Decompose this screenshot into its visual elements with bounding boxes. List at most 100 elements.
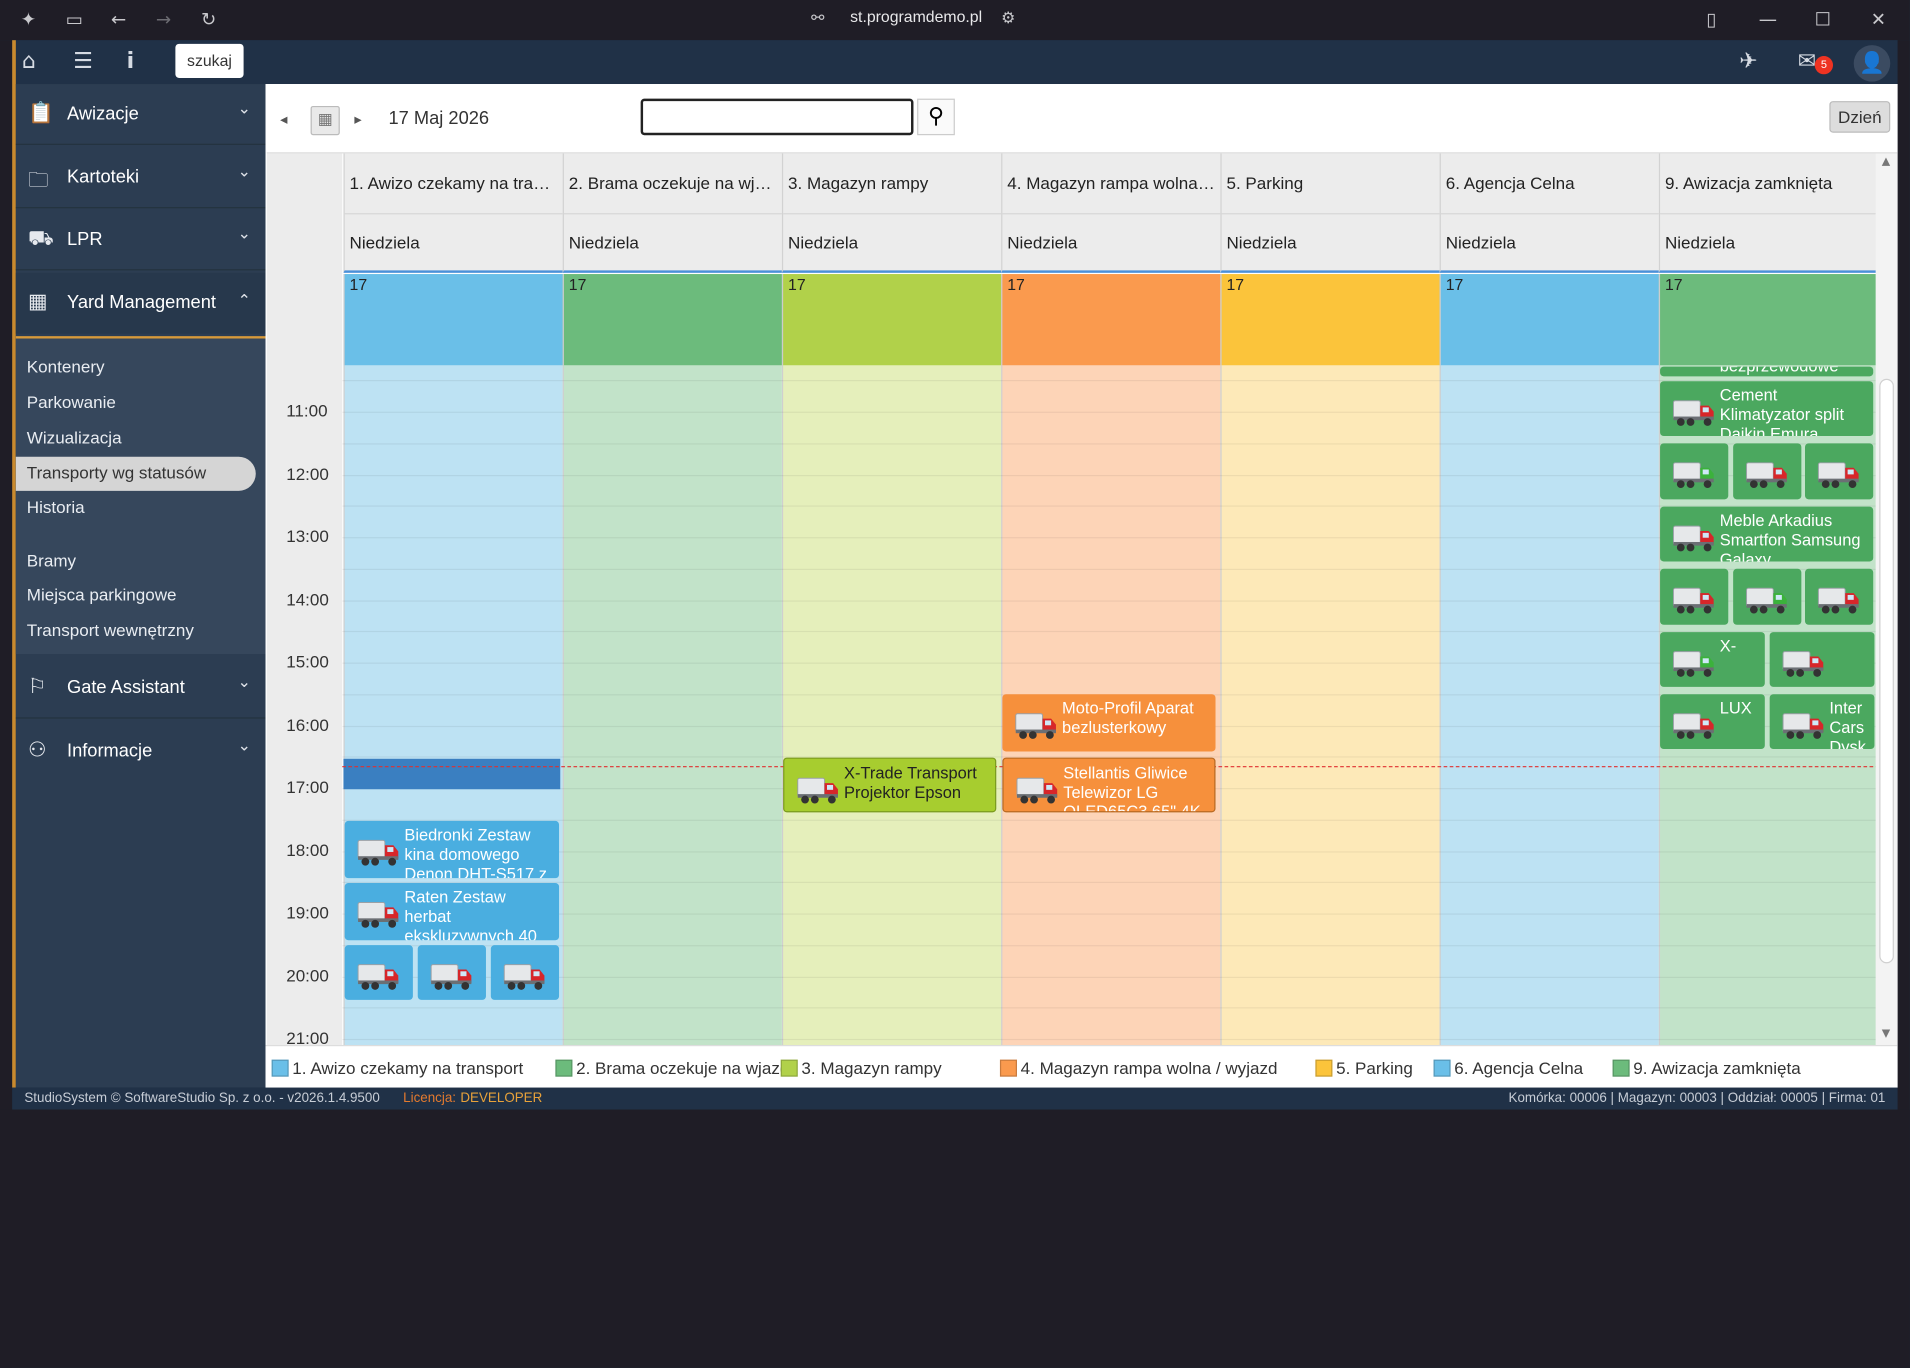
event-card[interactable] [1733,568,1802,625]
menu-kartoteki[interactable]: 🗀 Kartoteki ⌄ [15,147,266,209]
site-settings-icon[interactable]: ⚙ [1001,7,1015,31]
menu-informacje[interactable]: ⚇ Informacje ⌄ [16,721,266,782]
menu-collapse-icon[interactable]: ☰ [73,49,93,74]
legend-swatch [1433,1059,1451,1077]
vertical-scrollbar[interactable]: ▲ ▼ [1875,153,1898,1046]
legend-label: 3. Magazyn rampy [801,1058,942,1078]
column-body[interactable] [781,365,1002,1046]
column-body[interactable] [1220,365,1440,1046]
scrollbar-thumb[interactable] [1879,378,1894,964]
event-card[interactable]: bezprzewodowe [1660,366,1874,377]
day-band[interactable]: 17 [562,274,782,366]
current-date: 17 Maj 2026 [388,108,490,130]
sidebar-toggle-icon[interactable]: ▭ [66,7,83,31]
submenu-miejsca-parkingowe[interactable]: Miejsca parkingowe [27,585,177,604]
legend-swatch [999,1059,1017,1077]
legend-swatch [1315,1059,1333,1077]
event-card[interactable] [417,945,486,1000]
menu-lpr[interactable]: ⛟ LPR ⌄ [15,209,266,271]
day-name: Niedziela [788,232,859,253]
menu-awizacje[interactable]: 📋 Awizacje ⌄ [15,84,266,145]
time-label: 17:00 [286,777,329,797]
sidebar: 📋 Awizacje ⌄ 🗀 Kartoteki ⌄ ⛟ LPR ⌄ ▦ Yar… [15,84,266,1088]
day-band[interactable]: 17 [1658,274,1879,366]
url-text[interactable]: st.programdemo.pl [850,7,982,25]
view-day-button[interactable]: Dzień [1829,101,1891,133]
day-number: 17 [568,275,587,294]
event-card[interactable]: X-Trade Transport Projektor Epson [783,757,997,813]
column-title: 4. Magazyn rampa wolna / wyjazd [1007,172,1216,193]
back-icon[interactable]: ← [111,7,126,31]
minimize-icon[interactable]: — [1759,7,1777,31]
search-icon[interactable]: ⚲ [917,98,955,136]
forward-icon[interactable]: → [156,7,171,31]
time-label: 20:00 [286,965,329,985]
submenu-transporty-wg-statusow[interactable]: Transporty wg statusów [27,463,206,482]
maximize-icon[interactable]: ☐ [1815,7,1831,31]
truck-green-icon [1672,649,1716,677]
event-card[interactable] [1660,443,1729,500]
event-card[interactable]: X- [1660,632,1765,687]
session-info: Komórka: 00006 | Magazyn: 00003 | Oddzia… [1508,1091,1886,1106]
day-number: 17 [1007,275,1025,294]
menu-label: Awizacje [66,103,139,125]
event-card[interactable]: Raten Zestaw herbat ekskluzywnych 40 [344,883,560,941]
user-icon[interactable]: 👤 [1853,45,1891,82]
submenu-transport-wewnetrzny[interactable]: Transport wewnętrzny [27,620,194,639]
day-band[interactable]: 17 [1001,274,1221,366]
close-icon[interactable]: ✕ [1871,7,1886,31]
event-card[interactable]: LUX [1660,694,1765,750]
event-title: X- [1719,636,1737,656]
truck-red-icon [1782,649,1826,677]
folder-icon: 🗀 [28,168,49,193]
submenu-kontenery[interactable]: Kontenery [27,357,105,376]
calendar-picker-icon[interactable]: ▦ [310,105,340,136]
info-icon[interactable]: i [127,49,135,74]
arrivals-icon[interactable]: ✈ [1739,49,1757,74]
home-icon[interactable]: ⌂ [22,49,36,74]
menu-yard-management[interactable]: ▦ Yard Management ⌃ [15,272,266,334]
column-body[interactable] [562,365,782,1046]
event-card[interactable]: Moto-Profil Aparat bezlusterkowy [1002,694,1216,752]
submenu-bramy[interactable]: Bramy [27,551,76,570]
event-card[interactable] [490,945,560,1000]
submenu-parkowanie[interactable]: Parkowanie [27,392,116,411]
submenu-wizualizacja[interactable]: Wizualizacja [27,428,122,447]
browser-logo-icon[interactable]: ✦ [21,7,36,31]
menu-gate-assistant[interactable]: ⚐ Gate Assistant ⌄ [15,658,266,719]
event-card[interactable] [1805,443,1874,500]
event-card[interactable]: Stellantis Gliwice Telewizor LG OLED65C3… [1002,757,1216,813]
search-input[interactable] [640,98,914,136]
event-card[interactable]: Cement Klimatyzator split Daikin Emura [1660,381,1874,437]
scroll-up-icon[interactable]: ▲ [1882,156,1890,168]
day-band[interactable]: 17 [781,274,1002,366]
day-band[interactable]: 17 [1220,274,1440,366]
scroll-down-icon[interactable]: ▼ [1882,1028,1890,1040]
column-title: 1. Awizo czekamy na transport [349,172,560,193]
time-label: 14:00 [286,588,329,609]
event-card[interactable]: Biedronki Zestaw kina domowego Denon DHT… [344,820,560,879]
search-button[interactable]: szukaj [175,43,244,78]
day-number: 17 [1445,275,1464,294]
event-card[interactable] [1769,632,1875,687]
mail-icon[interactable]: ✉ [1798,49,1816,74]
column-header: 5. Parking Niedziela [1220,153,1440,273]
legend-item: 4. Magazyn rampa wolna / wyjazd [999,1058,1277,1078]
next-day-icon[interactable]: ▸ [354,111,361,128]
hour-gridline [342,662,1877,664]
legend-label: 2. Brama oczekuje na wjazd [576,1058,790,1078]
day-band[interactable]: 17 [1439,274,1659,366]
event-card[interactable] [1805,568,1874,625]
reload-icon[interactable]: ↻ [201,7,216,31]
submenu-historia[interactable]: Historia [27,497,85,516]
event-card[interactable] [1733,443,1802,500]
prev-day-icon[interactable]: ◂ [280,111,287,128]
event-card[interactable] [1660,568,1729,625]
event-card[interactable] [344,945,413,1000]
day-band[interactable]: 17 [343,274,563,366]
split-view-icon[interactable]: ▯ [1706,7,1716,31]
column-body[interactable] [1439,365,1659,1046]
column-body[interactable] [343,365,563,1046]
event-card[interactable]: Meble Arkadius Smartfon Samsung Galaxy [1660,506,1874,562]
event-card[interactable]: Inter Cars Dysk [1769,694,1875,750]
